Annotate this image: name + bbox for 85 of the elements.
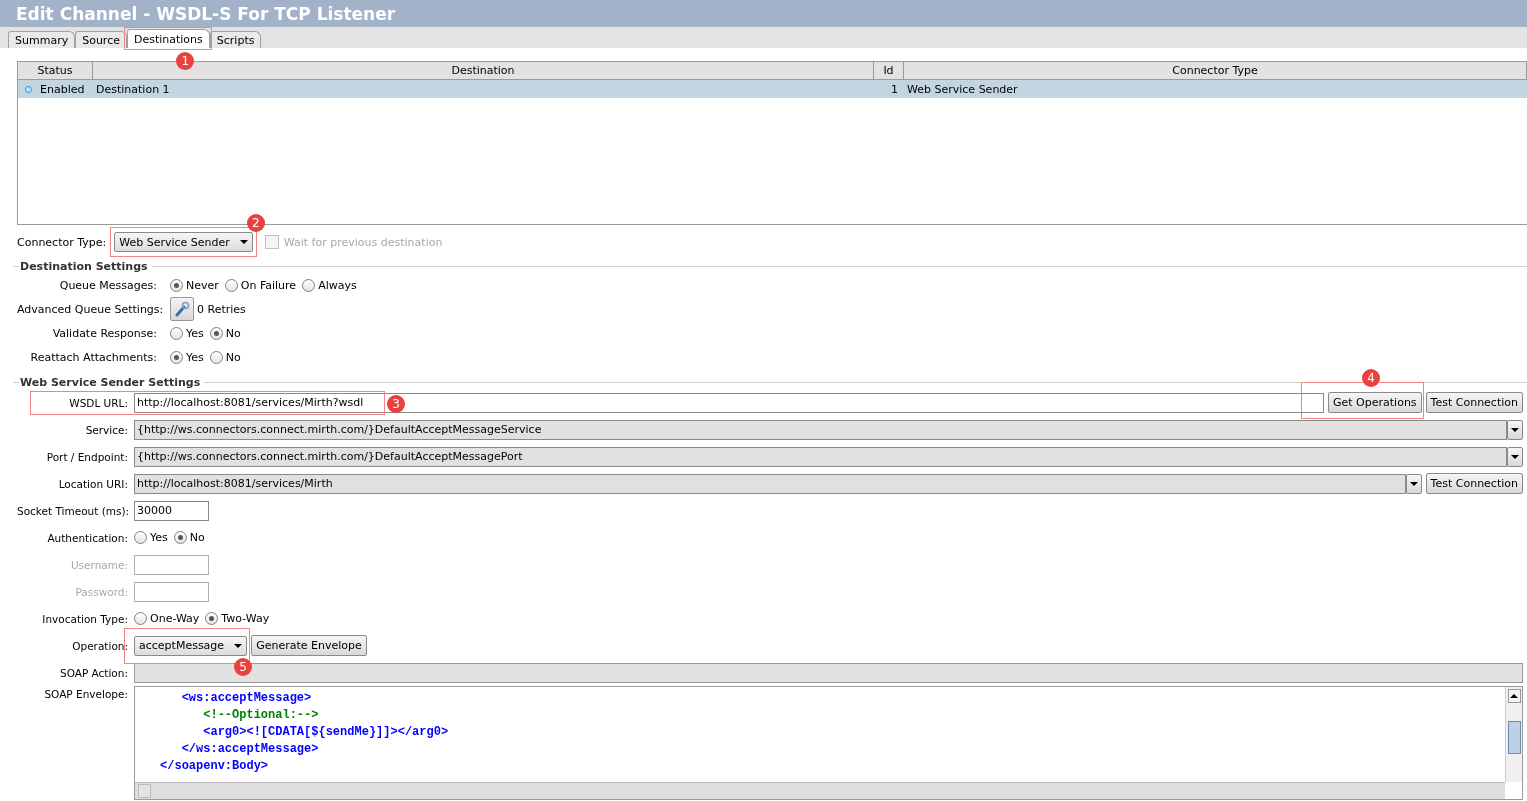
dropdown-field[interactable]: http://localhost:8081/services/Mirth bbox=[134, 473, 1406, 494]
section-title: Web Service Sender Settings bbox=[20, 375, 202, 389]
field-label: WSDL URL: bbox=[68, 396, 129, 409]
radio-button[interactable] bbox=[134, 612, 147, 625]
retries-text: 0 Retries bbox=[197, 302, 246, 316]
field-label: Operation: bbox=[71, 639, 129, 652]
table-cell: Destination 1 bbox=[96, 82, 170, 96]
vertical-scrollbar[interactable] bbox=[1505, 687, 1522, 782]
checkbox-label: Wait for previous destination bbox=[283, 235, 443, 249]
callout-badge: 1 bbox=[176, 52, 195, 70]
field-label: Advanced Queue Settings: bbox=[17, 302, 165, 316]
field-label: Port / Endpoint: bbox=[45, 450, 129, 463]
radio-button[interactable] bbox=[173, 531, 187, 544]
table-cell: Web Service Sender bbox=[907, 82, 1018, 96]
radio-label: Always bbox=[318, 278, 357, 292]
window-title: Edit Channel - WSDL-S For TCP Listener bbox=[0, 0, 1527, 27]
radio-label: One-Way bbox=[150, 612, 200, 625]
radio-label: Yes bbox=[150, 531, 168, 544]
dropdown[interactable]: acceptMessage bbox=[134, 635, 248, 656]
radio-label: Yes bbox=[186, 326, 204, 340]
dropdown-button[interactable] bbox=[1507, 446, 1523, 467]
code-line: <arg0><![CDATA[${sendMe}]]></arg0> bbox=[203, 724, 449, 741]
field-label: Queue Messages: bbox=[58, 278, 158, 292]
field-label: Reattach Attachments: bbox=[29, 350, 158, 364]
text-field[interactable] bbox=[134, 581, 209, 602]
field-label: Validate Response: bbox=[51, 326, 158, 340]
action-button[interactable]: Test Connection bbox=[1425, 392, 1523, 413]
radio-label: No bbox=[189, 531, 205, 544]
field-label: SOAP Action: bbox=[58, 666, 129, 679]
dropdown-field[interactable]: {http://ws.connectors.connect.mirth.com/}DefaultAcceptMessagePort bbox=[134, 446, 1507, 467]
text-field[interactable] bbox=[134, 554, 209, 575]
code-line: <ws:acceptMessage> bbox=[181, 690, 312, 707]
radio-button[interactable] bbox=[205, 612, 219, 625]
callout-badge: 4 bbox=[1362, 369, 1380, 387]
action-button[interactable]: Test Connection bbox=[1425, 473, 1523, 494]
horizontal-scrollbar[interactable] bbox=[135, 782, 1505, 799]
code-line: <!--Optional:--> bbox=[203, 707, 319, 724]
radio-button[interactable] bbox=[170, 350, 183, 364]
code-editor[interactable]: <ws:acceptMessage> <!--Optional:--> <arg0><![CDATA[${sendMe}]]></arg0> </ws:acceptMessage> </soapenv:Body> bbox=[134, 686, 1523, 800]
table-row[interactable]: Enabled Destination 1 1 Web Service Sender bbox=[18, 80, 1527, 98]
radio-button[interactable] bbox=[302, 278, 316, 292]
field-label: Connector Type: bbox=[17, 235, 107, 249]
code-line: </soapenv:Body> bbox=[160, 758, 269, 775]
field-label: Invocation Type: bbox=[41, 612, 129, 625]
field-label: Authentication: bbox=[46, 531, 129, 544]
text-field[interactable] bbox=[134, 662, 1523, 683]
tab[interactable]: Summary bbox=[8, 31, 76, 48]
radio-button[interactable] bbox=[224, 278, 238, 292]
field-label: Location URI: bbox=[57, 477, 129, 490]
status-icon bbox=[25, 85, 32, 93]
column-header[interactable]: Id bbox=[874, 62, 904, 80]
radio-button[interactable] bbox=[170, 278, 183, 292]
dropdown[interactable]: Web Service Sender bbox=[114, 232, 253, 252]
radio-label: No bbox=[225, 326, 241, 340]
field-label: Service: bbox=[84, 423, 129, 436]
column-header[interactable]: Status bbox=[18, 62, 93, 80]
table-cell: Enabled bbox=[40, 82, 85, 96]
radio-button[interactable] bbox=[209, 326, 223, 340]
radio-label: Yes bbox=[186, 350, 204, 364]
dropdown-field[interactable]: {http://ws.connectors.connect.mirth.com/}DefaultAcceptMessageService bbox=[134, 419, 1507, 440]
wrench-icon[interactable] bbox=[170, 297, 194, 321]
code-line: </ws:acceptMessage> bbox=[181, 741, 319, 758]
dropdown-button[interactable] bbox=[1507, 419, 1523, 440]
tab[interactable]: Source bbox=[75, 31, 127, 48]
column-header[interactable]: Connector Type bbox=[904, 62, 1527, 80]
radio-label: On Failure bbox=[240, 278, 297, 292]
action-button[interactable]: Generate Envelope bbox=[251, 635, 367, 656]
tab[interactable]: Destinations bbox=[126, 29, 210, 48]
radio-label: Two-Way bbox=[221, 612, 270, 625]
field-label: Password: bbox=[74, 585, 129, 598]
text-field[interactable]: 30000 bbox=[134, 500, 209, 521]
radio-label: Never bbox=[186, 278, 219, 292]
table-cell: 1 bbox=[891, 82, 898, 96]
field-label: SOAP Envelope: bbox=[43, 687, 129, 700]
radio-button[interactable] bbox=[209, 350, 223, 364]
callout-badge: 2 bbox=[246, 214, 265, 232]
field-label: Socket Timeout (ms): bbox=[17, 504, 131, 517]
action-button[interactable]: Get Operations bbox=[1328, 392, 1422, 413]
tab[interactable]: Scripts bbox=[209, 31, 262, 48]
radio-button[interactable] bbox=[134, 531, 147, 544]
section-title: Destination Settings bbox=[20, 259, 149, 273]
callout-badge: 5 bbox=[234, 657, 252, 676]
radio-label: No bbox=[225, 350, 241, 364]
field-label: Username: bbox=[69, 558, 129, 571]
radio-button[interactable] bbox=[170, 326, 183, 340]
